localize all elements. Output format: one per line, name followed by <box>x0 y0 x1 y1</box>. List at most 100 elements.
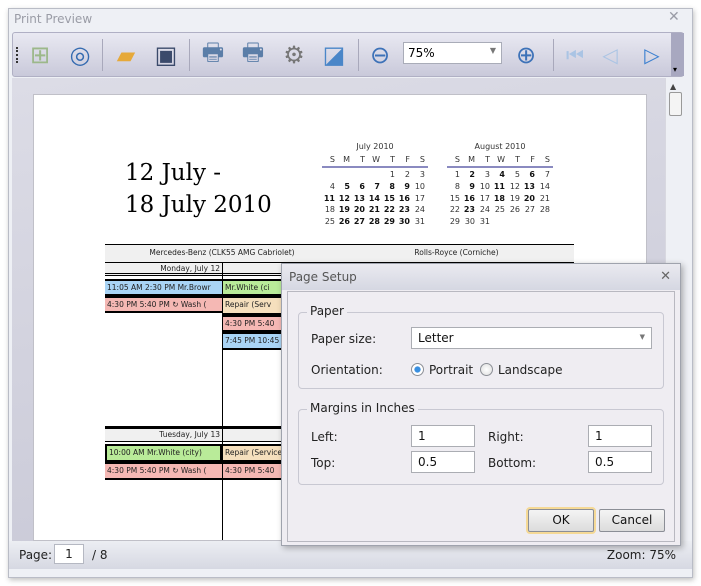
calendar-day[interactable]: 15 <box>382 194 395 203</box>
top-margin-input[interactable]: 0.5 <box>411 451 475 473</box>
document-map-icon[interactable]: ⊞ <box>23 38 57 72</box>
calendar-day[interactable]: 11 <box>322 194 335 203</box>
scale-icon[interactable]: ◪ <box>317 38 351 72</box>
open-folder-icon[interactable]: ▰ <box>109 38 143 72</box>
calendar-day[interactable]: 1 <box>447 170 460 179</box>
previous-page-icon[interactable]: ◁ <box>593 38 627 72</box>
calendar-day[interactable]: 13 <box>352 194 365 203</box>
toolbar-overflow-button[interactable]: ▾ <box>671 33 684 76</box>
calendar-day[interactable]: 10 <box>477 182 490 191</box>
appointment[interactable]: 4:30 PM 5:40 PM ↻ Wash ( <box>105 296 222 313</box>
calendar-day[interactable]: 26 <box>507 205 520 214</box>
calendar-day[interactable]: 2 <box>397 170 410 179</box>
next-page-icon[interactable]: ▷ <box>635 38 669 72</box>
calendar-day[interactable]: 27 <box>352 217 365 226</box>
calendar-day[interactable]: 21 <box>367 205 380 214</box>
calendar-day[interactable]: 5 <box>337 182 350 191</box>
appointment[interactable]: 7:45 PM 10:45 <box>223 332 283 350</box>
calendar-day[interactable]: 10 <box>412 182 425 191</box>
page-setup-icon[interactable]: ⚙ <box>277 38 311 72</box>
calendar-day[interactable]: 5 <box>507 170 520 179</box>
calendar-day[interactable]: 9 <box>462 182 475 191</box>
calendar-day[interactable]: 31 <box>412 217 425 226</box>
calendar-day[interactable]: 23 <box>397 205 410 214</box>
right-margin-input[interactable]: 1 <box>588 425 652 447</box>
appointment[interactable]: Repair (Service <box>223 444 283 462</box>
paper-size-select[interactable]: Letter ▼ <box>411 327 652 349</box>
calendar-day[interactable]: 15 <box>447 194 460 203</box>
calendar-day[interactable]: 31 <box>477 217 490 226</box>
calendar-day[interactable]: 18 <box>322 205 335 214</box>
calendar-day[interactable]: 27 <box>522 205 535 214</box>
calendar-day[interactable]: 6 <box>522 170 535 179</box>
scroll-up-icon[interactable]: ▲ <box>670 82 676 91</box>
calendar-day[interactable]: 14 <box>367 194 380 203</box>
zoom-combobox[interactable]: 75% ▼ <box>403 42 502 64</box>
calendar-day[interactable]: 7 <box>367 182 380 191</box>
calendar-day[interactable]: 16 <box>397 194 410 203</box>
printer-icon[interactable]: 🖶 <box>236 38 270 72</box>
cancel-button[interactable]: Cancel <box>599 509 665 532</box>
appointment[interactable]: 4:30 PM 5:40 <box>223 462 283 480</box>
calendar-day[interactable]: 28 <box>367 217 380 226</box>
appointment[interactable]: 10:00 AM Mr.White (city) <box>105 444 222 462</box>
calendar-day[interactable]: 28 <box>537 205 550 214</box>
save-icon[interactable]: ▣ <box>149 38 183 72</box>
close-icon[interactable]: ✕ <box>660 269 671 284</box>
close-icon[interactable]: ✕ <box>668 9 680 25</box>
calendar-day[interactable]: 30 <box>397 217 410 226</box>
bottom-margin-input[interactable]: 0.5 <box>588 451 652 473</box>
calendar-day[interactable]: 18 <box>492 194 505 203</box>
calendar-day[interactable]: 9 <box>397 182 410 191</box>
calendar-day[interactable]: 20 <box>522 194 535 203</box>
calendar-day[interactable]: 11 <box>492 182 505 191</box>
calendar-day[interactable]: 6 <box>352 182 365 191</box>
page-number-input[interactable]: 1 <box>54 544 84 564</box>
calendar-day[interactable]: 19 <box>337 205 350 214</box>
calendar-day[interactable]: 12 <box>507 182 520 191</box>
calendar-day[interactable]: 8 <box>382 182 395 191</box>
calendar-day[interactable]: 2 <box>462 170 475 179</box>
calendar-day[interactable]: 7 <box>537 170 550 179</box>
calendar-day[interactable]: 22 <box>447 205 460 214</box>
calendar-day[interactable]: 29 <box>447 217 460 226</box>
calendar-day[interactable]: 14 <box>537 182 550 191</box>
calendar-day[interactable]: 30 <box>462 217 475 226</box>
calendar-day[interactable]: 25 <box>322 217 335 226</box>
calendar-day[interactable]: 24 <box>477 205 490 214</box>
calendar-day[interactable]: 4 <box>492 170 505 179</box>
landscape-label[interactable]: Landscape <box>498 363 562 377</box>
calendar-day[interactable]: 1 <box>382 170 395 179</box>
calendar-day[interactable]: 19 <box>507 194 520 203</box>
toolbar-grip[interactable] <box>16 47 18 63</box>
calendar-day[interactable]: 17 <box>412 194 425 203</box>
appointment[interactable]: Mr.White (ci <box>223 279 283 296</box>
appointment[interactable]: 4:30 PM 5:40 <box>223 315 283 332</box>
calendar-day[interactable]: 25 <box>492 205 505 214</box>
landscape-radio[interactable] <box>480 363 493 376</box>
calendar-day[interactable]: 29 <box>382 217 395 226</box>
calendar-day[interactable]: 21 <box>537 194 550 203</box>
appointment[interactable]: 4:30 PM 5:40 PM ↻ Wash ( <box>105 462 222 480</box>
calendar-day[interactable]: 4 <box>322 182 335 191</box>
calendar-day[interactable]: 12 <box>337 194 350 203</box>
calendar-day[interactable]: 13 <box>522 182 535 191</box>
calendar-day[interactable]: 26 <box>337 217 350 226</box>
zoom-out-icon[interactable]: ⊖ <box>363 38 397 72</box>
calendar-day[interactable]: 3 <box>477 170 490 179</box>
calendar-day[interactable]: 23 <box>462 205 475 214</box>
chevron-down-icon[interactable]: ▼ <box>490 46 496 55</box>
binoculars-icon[interactable]: ◎ <box>63 38 97 72</box>
calendar-day[interactable]: 16 <box>462 194 475 203</box>
left-margin-input[interactable]: 1 <box>411 425 475 447</box>
ok-button[interactable]: OK <box>528 509 594 532</box>
printer-help-icon[interactable]: 🖶 <box>196 38 230 72</box>
first-page-icon[interactable]: ⏮ <box>558 38 592 72</box>
calendar-day[interactable]: 17 <box>477 194 490 203</box>
appointment[interactable]: 11:05 AM 2:30 PM Mr.Browr <box>105 279 222 296</box>
zoom-in-icon[interactable]: ⊕ <box>509 38 543 72</box>
appointment[interactable]: Repair (Serv <box>223 296 283 315</box>
calendar-day[interactable]: 24 <box>412 205 425 214</box>
calendar-day[interactable]: 3 <box>412 170 425 179</box>
scroll-thumb[interactable] <box>669 92 682 116</box>
